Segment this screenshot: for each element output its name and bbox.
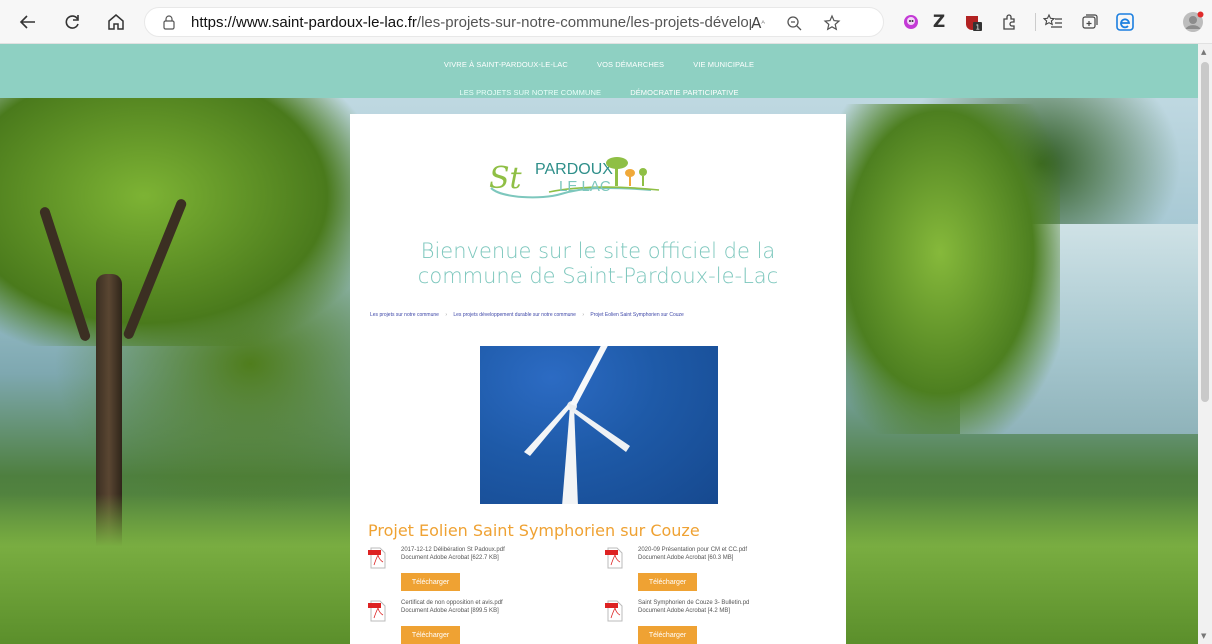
document-item: Saint Symphorien de Couze 3- Bulletin.pd… — [605, 600, 825, 644]
pdf-file-icon — [368, 547, 386, 569]
welcome-heading: Bienvenue sur le site officiel de la com… — [350, 239, 846, 289]
browser-toolbar: https://www.saint-pardoux-le-lac.fr/les-… — [0, 0, 1212, 44]
shield-extension-icon[interactable]: 1 — [960, 9, 986, 35]
site-navigation: VIVRE À SAINT-PARDOUX-LE-LAC VOS DÉMARCH… — [0, 44, 1198, 98]
zoom-icon[interactable] — [783, 12, 805, 34]
document-item: 2017-12-12 Délibération St Padoux.pdf Do… — [368, 547, 588, 593]
document-name[interactable]: Saint Symphorien de Couze 3- Bulletin.pd — [638, 600, 749, 606]
z-extension-icon[interactable]: Z — [926, 9, 952, 35]
download-button[interactable]: Télécharger — [638, 573, 697, 591]
download-button[interactable]: Télécharger — [401, 573, 460, 591]
profile-avatar[interactable] — [1180, 9, 1206, 35]
favorites-list-icon[interactable] — [1040, 9, 1066, 35]
breadcrumb-link-projets[interactable]: Les projets sur notre commune — [370, 312, 439, 318]
breadcrumb: Les projets sur notre commune › Les proj… — [370, 312, 840, 318]
document-meta: Document Adobe Acrobat [4.2 MB] — [638, 608, 731, 614]
scroll-up-arrow-icon[interactable]: ▲ — [1201, 48, 1206, 56]
extension-face-icon[interactable] — [898, 9, 924, 35]
document-name[interactable]: Certificat de non opposition et avis.pdf — [401, 600, 503, 606]
document-item: 2020-09 Présentation pour CM et CC.pdf D… — [605, 547, 825, 593]
tree-canopy-left — [0, 96, 360, 346]
breadcrumb-separator: › — [582, 312, 585, 318]
site-logo[interactable]: St PARDOUX LE LAC — [479, 146, 719, 206]
edge-e-icon[interactable] — [1112, 9, 1138, 35]
url-text[interactable]: https://www.saint-pardoux-le-lac.fr/les-… — [191, 14, 751, 31]
logo-initial: St — [489, 161, 523, 196]
scrollbar-thumb[interactable] — [1201, 62, 1209, 402]
back-arrow-icon[interactable] — [14, 8, 42, 36]
collections-icon[interactable] — [1076, 9, 1102, 35]
pdf-file-icon — [368, 600, 386, 622]
read-aloud-icon[interactable]: Aᴬ — [747, 12, 769, 34]
nav-link-vie-municipale[interactable]: VIE MUNICIPALE — [693, 60, 754, 69]
download-button[interactable]: Télécharger — [638, 626, 697, 644]
breadcrumb-current-page[interactable]: Projet Eolien Saint Symphorien sur Couze — [590, 312, 683, 318]
breadcrumb-link-developpement-durable[interactable]: Les projets développement durable sur no… — [453, 312, 576, 318]
pdf-file-icon — [605, 600, 623, 622]
scroll-down-arrow-icon[interactable]: ▼ — [1201, 632, 1206, 640]
url-path: /les-projets-sur-notre-commune/les-proje… — [416, 14, 751, 31]
nav-link-vivre[interactable]: VIVRE À SAINT-PARDOUX-LE-LAC — [444, 60, 568, 69]
document-name[interactable]: 2017-12-12 Délibération St Padoux.pdf — [401, 547, 505, 553]
content-card: St PARDOUX LE LAC Bienvenue sur le site … — [350, 114, 846, 644]
page-viewport: VIVRE À SAINT-PARDOUX-LE-LAC VOS DÉMARCH… — [0, 44, 1198, 644]
logo-line2: LE LAC — [559, 178, 611, 195]
url-domain: https://www.saint-pardoux-le-lac.fr — [191, 14, 417, 31]
breadcrumb-separator: › — [445, 312, 447, 318]
vertical-scrollbar[interactable]: ▲ ▼ — [1198, 44, 1212, 644]
download-button[interactable]: Télécharger — [401, 626, 460, 644]
nav-link-democratie[interactable]: DÉMOCRATIE PARTICIPATIVE — [630, 88, 738, 97]
lock-icon[interactable] — [161, 14, 177, 30]
document-name[interactable]: 2020-09 Présentation pour CM et CC.pdf — [638, 547, 747, 553]
welcome-line-1: Bienvenue sur le site officiel de la — [420, 239, 776, 263]
document-meta: Document Adobe Acrobat [60.3 MB] — [638, 555, 734, 561]
tree-canopy-right — [820, 104, 1060, 434]
refresh-icon[interactable] — [58, 8, 86, 36]
extension-badge-count: 1 — [976, 24, 980, 32]
document-meta: Document Adobe Acrobat [899.5 KB] — [401, 608, 499, 614]
logo-line1: PARDOUX — [535, 161, 613, 178]
nav-link-projets[interactable]: LES PROJETS SUR NOTRE COMMUNE — [459, 88, 601, 97]
document-meta: Document Adobe Acrobat [622.7 KB] — [401, 555, 499, 561]
pdf-file-icon — [605, 547, 623, 569]
document-item: Certificat de non opposition et avis.pdf… — [368, 600, 588, 644]
favorite-star-icon[interactable] — [821, 12, 843, 34]
welcome-line-2: commune de Saint-Pardoux-le-Lac — [417, 264, 779, 288]
address-bar[interactable]: https://www.saint-pardoux-le-lac.fr/les-… — [144, 7, 884, 37]
site-nav-row-2: LES PROJETS SUR NOTRE COMMUNE DÉMOCRATIE… — [0, 80, 1198, 99]
wind-turbine-photo — [480, 346, 718, 504]
project-title: Projet Eolien Saint Symphorien sur Couze — [368, 521, 700, 540]
puzzle-extensions-icon[interactable] — [996, 9, 1022, 35]
nav-link-demarches[interactable]: VOS DÉMARCHES — [597, 60, 664, 69]
site-nav-row-1: VIVRE À SAINT-PARDOUX-LE-LAC VOS DÉMARCH… — [0, 52, 1198, 71]
home-icon[interactable] — [102, 8, 130, 36]
